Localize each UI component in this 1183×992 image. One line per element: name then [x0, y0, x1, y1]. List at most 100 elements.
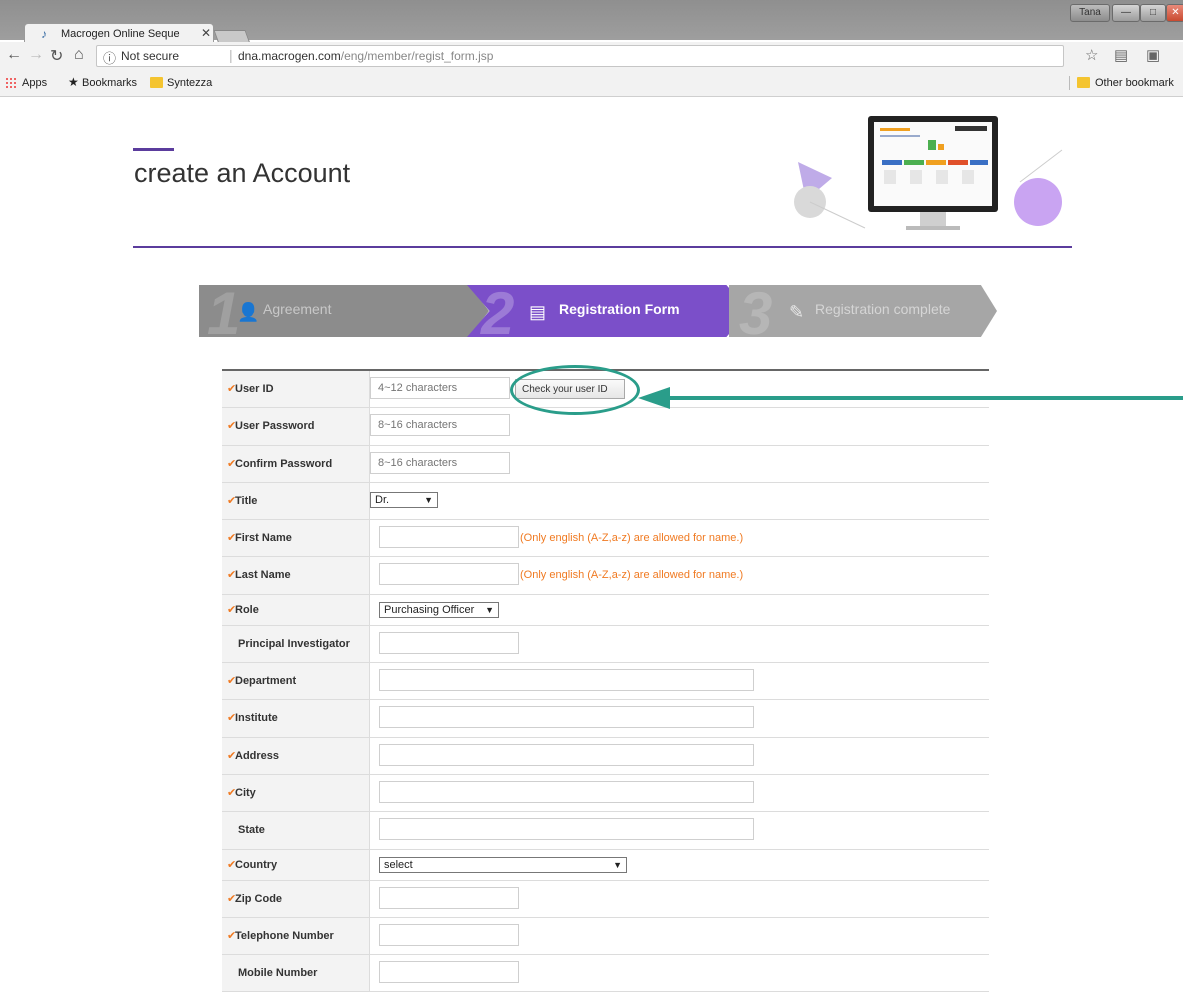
form-row-department: ✔ Department: [222, 663, 989, 701]
field-label-cell: ✔ Zip Code: [222, 880, 370, 917]
form-row-title: ✔ Title Dr. ▼: [222, 482, 989, 521]
annotation-arrow-head: [638, 387, 670, 409]
form-row-telephone: ✔ Telephone Number: [222, 917, 989, 956]
select-value: Purchasing Officer: [384, 603, 475, 616]
mobile-input[interactable]: [379, 961, 519, 984]
form-row-role: ✔ Role Purchasing Officer ▼: [222, 594, 989, 626]
field-label: User Password: [235, 420, 315, 433]
country-select[interactable]: select ▼: [379, 856, 627, 873]
step-registration-complete: 3 ✎ Registration complete: [729, 285, 997, 337]
close-window-button[interactable]: ✕: [1166, 4, 1183, 22]
confirm-password-input[interactable]: [370, 451, 510, 474]
field-label: Title: [235, 494, 258, 507]
minimize-button[interactable]: —: [1112, 4, 1140, 22]
user-id-input[interactable]: [370, 377, 510, 399]
field-label-cell: ✔ Institute: [222, 700, 370, 737]
extension-icon[interactable]: ▤: [1114, 46, 1128, 64]
extension-icon[interactable]: ▣: [1146, 46, 1160, 64]
bookmarks-divider: [1069, 76, 1070, 90]
field-label: Address: [235, 749, 280, 762]
url-path: /eng/member/regist_form.jsp: [340, 49, 494, 63]
apps-icon[interactable]: [5, 77, 17, 89]
bookmarks-bar: Apps ★ Bookmarks Syntezza Other bookmark: [0, 72, 1183, 97]
form-row-first-name: ✔ First Name (Only english (A-Z,a-z) are …: [222, 520, 989, 558]
field-label-cell: ✔ Department: [222, 663, 370, 700]
field-label-cell: State: [222, 812, 370, 849]
field-label-cell: ✔ First Name: [222, 520, 370, 557]
form-row-city: ✔ City: [222, 774, 989, 813]
step-label: Registration complete: [815, 301, 951, 317]
tab-title: Macrogen Online Seque: [61, 28, 180, 40]
zip-code-input[interactable]: [379, 886, 519, 909]
form-row-principal-investigator: Principal Investigator: [222, 625, 989, 664]
form-row-state: State: [222, 812, 989, 850]
home-icon[interactable]: ⌂: [74, 46, 84, 64]
field-label-cell: Principal Investigator: [222, 625, 370, 663]
address-input[interactable]: [379, 743, 754, 766]
field-label-cell: ✔ Country: [222, 849, 370, 880]
field-label: Country: [235, 858, 278, 871]
city-input[interactable]: [379, 780, 754, 803]
title-select[interactable]: Dr. ▼: [370, 491, 438, 508]
select-value: Dr.: [375, 493, 390, 506]
profile-button[interactable]: Tana: [1070, 4, 1110, 22]
tab-close-icon[interactable]: ✕: [201, 26, 211, 40]
url-host: dna.macrogen.com: [238, 49, 341, 63]
folder-icon: [150, 77, 163, 88]
field-label: Confirm Password: [235, 457, 333, 470]
edit-icon: ✎: [789, 302, 805, 322]
browser-tab[interactable]: ♪ Macrogen Online Seque ✕: [24, 23, 214, 43]
field-label-cell: ✔ Role: [222, 594, 370, 625]
step-number: 3: [739, 280, 773, 347]
password-input[interactable]: [370, 414, 510, 437]
back-icon[interactable]: ←: [6, 46, 22, 64]
browser-title-bar: ♪ Macrogen Online Seque ✕ Tana — □ ✕: [0, 0, 1183, 44]
form-row-last-name: ✔ Last Name (Only english (A-Z,a-z) are a…: [222, 557, 989, 595]
first-name-input[interactable]: [379, 526, 519, 549]
security-label: Not secure: [121, 49, 180, 63]
bookmark-bookmarks[interactable]: Bookmarks: [82, 77, 137, 89]
field-label-cell: ✔ Address: [222, 737, 370, 774]
field-label: Institute: [235, 712, 278, 725]
bookmark-syntezza[interactable]: Syntezza: [167, 77, 212, 89]
reload-icon[interactable]: ↻: [50, 46, 63, 66]
bookmark-other[interactable]: Other bookmark: [1095, 77, 1174, 89]
maximize-button[interactable]: □: [1140, 4, 1166, 22]
registration-form: ✔User ID Check your user ID ✔User Passwo…: [222, 369, 989, 992]
user-check-icon: 👤: [237, 302, 260, 322]
address-bar[interactable]: ⓘ Not secure | dna.macrogen.com/eng/memb…: [96, 45, 1064, 67]
field-label: Telephone Number: [235, 929, 334, 942]
field-label: User ID: [235, 383, 274, 395]
field-label: Role: [235, 603, 259, 616]
step-label: Agreement: [263, 301, 332, 317]
bookmark-apps[interactable]: Apps: [22, 77, 47, 89]
annotation-ellipse: [510, 365, 640, 415]
telephone-input[interactable]: [379, 923, 519, 946]
step-agreement: 1 👤 Agreement: [199, 285, 489, 337]
field-label: First Name: [235, 532, 292, 545]
forward-icon[interactable]: →: [28, 46, 44, 64]
bookmark-star-icon: ★: [68, 75, 79, 89]
last-name-input[interactable]: [379, 563, 519, 586]
role-select[interactable]: Purchasing Officer ▼: [379, 601, 499, 618]
step-registration-form: 2 ▤ Registration Form: [467, 285, 749, 337]
field-label-cell: Mobile Number: [222, 955, 370, 992]
bookmark-star-icon[interactable]: ☆: [1085, 46, 1098, 64]
info-icon[interactable]: ⓘ: [103, 48, 116, 67]
field-label: Last Name: [235, 569, 291, 582]
state-input[interactable]: [379, 818, 754, 841]
field-label: Principal Investigator: [238, 637, 350, 650]
field-label-cell: ✔ Last Name: [222, 557, 370, 594]
header-divider: [133, 246, 1072, 248]
field-label: Zip Code: [235, 892, 283, 905]
name-hint: (Only english (A-Z,a-z) are allowed for …: [520, 569, 744, 582]
folder-icon: [1077, 77, 1090, 88]
institute-input[interactable]: [379, 706, 754, 729]
step-number: 1: [207, 280, 241, 347]
page-title: create an Account: [134, 158, 351, 188]
select-value: select: [384, 858, 413, 871]
department-input[interactable]: [379, 669, 754, 692]
field-label: City: [235, 786, 256, 799]
principal-investigator-input[interactable]: [379, 631, 519, 654]
form-row-password: ✔ User Password: [222, 408, 989, 446]
